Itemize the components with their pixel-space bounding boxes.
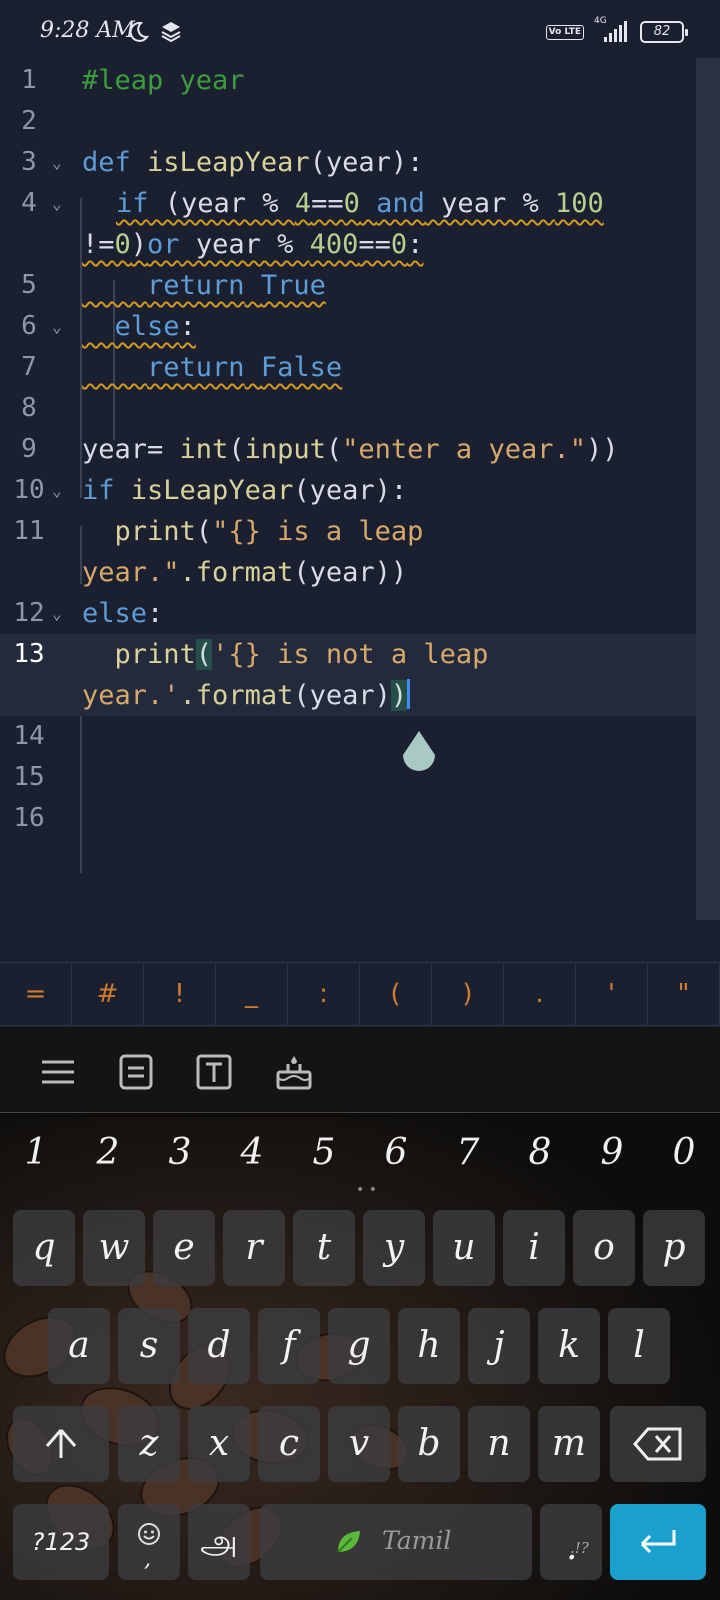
enter-arrow-icon — [640, 1530, 676, 1554]
symbol-key[interactable]: ! — [144, 963, 216, 1025]
symbol-key[interactable]: ( — [360, 963, 432, 1025]
backspace-icon — [633, 1427, 682, 1461]
shift-key[interactable] — [13, 1406, 109, 1482]
key-number[interactable]: 2 — [72, 1123, 144, 1183]
layers-icon — [161, 22, 181, 43]
key-q[interactable]: q — [13, 1210, 75, 1286]
key-i[interactable]: i — [503, 1210, 565, 1286]
enter-key[interactable] — [610, 1504, 706, 1580]
symbol-key[interactable]: # — [72, 963, 144, 1025]
symbols-key[interactable]: ?123 — [13, 1504, 109, 1580]
line-number: 15 — [13, 762, 45, 792]
key-number[interactable]: 8 — [504, 1123, 576, 1183]
key-z[interactable]: z — [118, 1406, 180, 1482]
space-bar[interactable]: Tamil — [260, 1504, 532, 1580]
key-s[interactable]: s — [118, 1308, 180, 1384]
key-v[interactable]: v — [328, 1406, 390, 1482]
key-a[interactable]: a — [48, 1308, 110, 1384]
symbol-key[interactable]: " — [648, 963, 720, 1025]
key-number[interactable]: 6 — [360, 1123, 432, 1183]
code-editor[interactable]: 1 #leap year 2 3 ⌄ def isLeapYear(year):… — [0, 58, 720, 938]
key-o[interactable]: o — [573, 1210, 635, 1286]
key-number[interactable]: 3 — [144, 1123, 216, 1183]
fold-chevron-icon[interactable]: ⌄ — [52, 183, 66, 224]
symbol-key[interactable]: : — [288, 963, 360, 1025]
number-row: 1 2 3 4 5 6 7 8 9 0 — [0, 1123, 720, 1183]
key-h[interactable]: h — [398, 1308, 460, 1384]
symbol-key[interactable]: . — [504, 963, 576, 1025]
key-t[interactable]: t — [293, 1210, 355, 1286]
line-number: 10 — [13, 475, 45, 505]
symbol-key[interactable]: _ — [216, 963, 288, 1025]
key-b[interactable]: b — [398, 1406, 460, 1482]
volte-icon: Vo LTE — [545, 24, 584, 40]
fold-chevron-icon[interactable]: ⌄ — [52, 593, 66, 634]
line-number: 5 — [21, 270, 37, 300]
emoji-key[interactable]: , — [118, 1504, 180, 1580]
line-number: 8 — [21, 393, 37, 423]
symbol-key[interactable]: ) — [432, 963, 504, 1025]
backspace-key[interactable] — [610, 1406, 706, 1482]
fold-chevron-icon[interactable]: ⌄ — [52, 142, 66, 183]
line-number: 3 — [21, 147, 37, 177]
key-n[interactable]: n — [468, 1406, 530, 1482]
key-u[interactable]: u — [433, 1210, 495, 1286]
line-number: 13 — [13, 639, 45, 669]
line-number: 1 — [21, 65, 37, 95]
key-number[interactable]: 9 — [576, 1123, 648, 1183]
key-m[interactable]: m — [538, 1406, 600, 1482]
symbol-key[interactable]: ' — [576, 963, 648, 1025]
battery-icon: 82 — [640, 21, 688, 43]
line-number: 6 — [21, 311, 37, 341]
line-number: 16 — [13, 803, 45, 833]
key-number[interactable]: 5 — [288, 1123, 360, 1183]
line-number: 14 — [13, 721, 45, 751]
key-l[interactable]: l — [608, 1308, 670, 1384]
text-cursor — [407, 679, 411, 709]
moon-icon — [129, 21, 150, 42]
menu-icon[interactable] — [38, 1052, 78, 1092]
key-g[interactable]: g — [328, 1308, 390, 1384]
key-number[interactable]: 4 — [216, 1123, 288, 1183]
keyboard-toolbar — [0, 1027, 720, 1113]
key-y[interactable]: y — [363, 1210, 425, 1286]
key-x[interactable]: x — [188, 1406, 250, 1482]
fold-chevron-icon[interactable]: ⌄ — [52, 470, 66, 511]
symbol-key[interactable]: = — [0, 963, 72, 1025]
key-p[interactable]: p — [643, 1210, 705, 1286]
key-f[interactable]: f — [258, 1308, 320, 1384]
key-k[interactable]: k — [538, 1308, 600, 1384]
keyboard: 1 2 3 4 5 6 7 8 9 0 • • q w e r t y u i … — [0, 1027, 720, 1600]
text-format-icon[interactable] — [194, 1052, 234, 1092]
shift-arrow-icon — [45, 1429, 77, 1458]
line-number: 12 — [13, 598, 45, 628]
line-number: 9 — [21, 434, 37, 464]
key-number[interactable]: 7 — [432, 1123, 504, 1183]
language-key[interactable]: அ — [188, 1504, 250, 1580]
symbol-bar: = # ! _ : ( ) . ' " — [0, 962, 720, 1026]
key-number[interactable]: 0 — [648, 1123, 720, 1183]
key-j[interactable]: j — [468, 1308, 530, 1384]
key-c[interactable]: c — [258, 1406, 320, 1482]
cake-icon[interactable] — [274, 1052, 314, 1092]
line-number: 7 — [21, 352, 37, 382]
key-r[interactable]: r — [223, 1210, 285, 1286]
line-number: 4 — [21, 188, 37, 218]
page-dots: • • — [356, 1182, 377, 1198]
leaf-icon — [337, 1531, 360, 1553]
status-time: 9:28 AM — [40, 18, 135, 43]
clipboard-icon[interactable] — [116, 1052, 156, 1092]
signal-icon: 4G — [594, 16, 630, 44]
line-number: 11 — [13, 516, 45, 546]
fold-chevron-icon[interactable]: ⌄ — [52, 306, 66, 347]
code-line-active: 13 print('{} is not a leap year.'.format… — [0, 634, 696, 716]
key-w[interactable]: w — [83, 1210, 145, 1286]
line-number: 2 — [21, 106, 37, 136]
cursor-handle-icon[interactable] — [399, 731, 439, 775]
key-number[interactable]: 1 — [0, 1123, 72, 1183]
period-key[interactable]: .!? . — [540, 1504, 602, 1580]
key-e[interactable]: e — [153, 1210, 215, 1286]
key-d[interactable]: d — [188, 1308, 250, 1384]
